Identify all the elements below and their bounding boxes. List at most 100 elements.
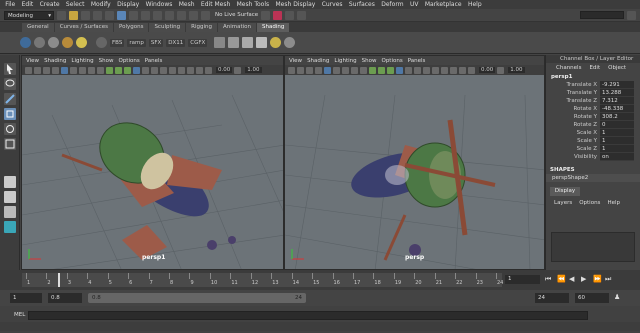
two-pane-layout-icon[interactable] <box>3 206 16 218</box>
shelf-button-ramp[interactable]: ramp <box>127 38 146 47</box>
camera-attr-icon[interactable] <box>34 66 41 74</box>
four-pane-layout-icon[interactable] <box>3 191 16 203</box>
camera-icon[interactable] <box>288 66 295 74</box>
viewport-persp1[interactable]: View Shading Lighting Show Options Panel… <box>21 55 284 270</box>
channels-menu[interactable]: Channels <box>556 65 581 71</box>
mel-input[interactable] <box>28 310 588 320</box>
step-back-icon[interactable]: ⏪ <box>557 275 566 284</box>
viewport-menu-options[interactable]: Options <box>118 58 139 64</box>
menu-marketplace[interactable]: Marketplace <box>422 0 465 9</box>
render-frame-icon[interactable] <box>261 10 271 20</box>
ipr-render-icon[interactable] <box>273 10 283 20</box>
isolate-select-icon[interactable] <box>450 66 457 74</box>
lasso-tool-icon[interactable] <box>3 78 16 90</box>
lights-icon[interactable] <box>405 66 412 74</box>
playback-end-field[interactable]: 24 <box>535 293 569 303</box>
lambert-icon[interactable] <box>48 37 59 48</box>
menu-help[interactable]: Help <box>465 0 485 9</box>
wireframe-icon[interactable] <box>106 66 113 74</box>
xray-icon[interactable] <box>459 66 466 74</box>
paint-select-icon[interactable] <box>3 93 16 105</box>
snap-grid-icon[interactable] <box>153 10 162 20</box>
tab-shading[interactable]: Shading <box>257 22 290 32</box>
textured-icon[interactable] <box>396 66 403 74</box>
rotate-tool-icon[interactable] <box>3 123 16 135</box>
snap-point-icon[interactable] <box>177 10 186 20</box>
playback-start-field[interactable]: 0.8 <box>48 293 82 303</box>
layer-list[interactable] <box>551 232 635 262</box>
attribute-value[interactable]: on <box>600 153 634 161</box>
single-pane-layout-icon[interactable] <box>3 176 16 188</box>
tab-rigging[interactable]: Rigging <box>186 22 217 32</box>
gamma-field[interactable]: 1.00 <box>245 67 262 73</box>
smooth-shade-icon[interactable] <box>378 66 385 74</box>
depth-of-field-icon[interactable] <box>178 66 185 74</box>
menu-deform[interactable]: Deform <box>378 0 407 9</box>
phong-e-icon[interactable] <box>76 37 87 48</box>
object-menu[interactable]: Object <box>608 65 626 71</box>
bake-icon[interactable] <box>284 37 296 48</box>
object-name[interactable]: persp1 <box>546 73 640 81</box>
bookmark-icon[interactable] <box>43 66 50 74</box>
exposure-field[interactable]: 0.00 <box>479 67 496 73</box>
select-tool-icon[interactable] <box>3 63 16 75</box>
select-component-icon[interactable] <box>141 10 150 20</box>
go-to-end-icon[interactable]: ⏭ <box>605 275 611 284</box>
end-frame-field[interactable]: 60 <box>575 293 609 303</box>
select-object-icon[interactable] <box>129 10 138 20</box>
blinn-icon[interactable] <box>34 37 45 48</box>
anti-aliasing-icon[interactable] <box>169 66 176 74</box>
shadows-icon[interactable] <box>414 66 421 74</box>
viewport-menu-shading[interactable]: Shading <box>307 58 329 64</box>
field-chart-icon[interactable] <box>360 66 367 74</box>
move-tool-icon[interactable] <box>3 108 16 120</box>
viewport-menu-view[interactable]: View <box>289 58 302 64</box>
image-plane-icon[interactable] <box>52 66 59 74</box>
range-bar[interactable]: 0.8 24 <box>88 293 306 303</box>
anti-aliasing-icon[interactable] <box>432 66 439 74</box>
menu-surfaces[interactable]: Surfaces <box>346 0 378 9</box>
menu-file[interactable]: File <box>2 0 18 9</box>
dice-icon[interactable] <box>228 37 240 48</box>
step-forward-icon[interactable]: ⏩ <box>593 275 602 284</box>
display-tab[interactable]: Display <box>550 187 580 196</box>
checker-icon[interactable] <box>242 37 254 48</box>
shelf-button-sfx[interactable]: SFX <box>148 38 164 47</box>
search-field[interactable] <box>580 11 624 19</box>
depth-of-field-icon[interactable] <box>441 66 448 74</box>
open-scene-icon[interactable] <box>69 10 78 20</box>
gate-mask-icon[interactable] <box>351 66 358 74</box>
menu-edit[interactable]: Edit <box>18 0 36 9</box>
mel-label[interactable]: MEL <box>0 312 28 318</box>
attribute-value[interactable]: 1 <box>600 145 634 153</box>
playhead[interactable] <box>58 273 60 287</box>
menu-modify[interactable]: Modify <box>88 0 114 9</box>
menu-create[interactable]: Create <box>36 0 62 9</box>
wireframe-icon[interactable] <box>369 66 376 74</box>
snap-curve-icon[interactable] <box>165 10 174 20</box>
attribute-row[interactable]: Translate Z 7.312 <box>546 97 640 105</box>
camera-attr-icon[interactable] <box>297 66 304 74</box>
shadows-icon[interactable] <box>151 66 158 74</box>
attribute-value[interactable]: -48.338 <box>600 105 634 113</box>
attribute-row[interactable]: Rotate Y 308.2 <box>546 113 640 121</box>
ambient-occlusion-icon[interactable] <box>160 66 167 74</box>
hypershade-icon[interactable] <box>297 10 307 20</box>
texture-grid-icon[interactable] <box>256 37 268 48</box>
grid-icon[interactable] <box>324 66 331 74</box>
menu-mesh[interactable]: Mesh <box>176 0 198 9</box>
xray-joints-icon[interactable] <box>468 66 475 74</box>
shelf-button-dx11[interactable]: DX11 <box>166 38 186 47</box>
resolution-gate-icon[interactable] <box>79 66 86 74</box>
attribute-value[interactable]: 1 <box>600 129 634 137</box>
tab-curves-surfaces[interactable]: Curves / Surfaces <box>54 22 113 32</box>
live-surface-label[interactable]: No Live Surface <box>215 12 258 18</box>
viewport-menu-view[interactable]: View <box>26 58 39 64</box>
film-gate-icon[interactable] <box>70 66 77 74</box>
attribute-row[interactable]: Visibility on <box>546 153 640 161</box>
film-gate-icon[interactable] <box>333 66 340 74</box>
shelf-button-cgfx[interactable]: CGFX <box>188 38 208 47</box>
save-scene-icon[interactable] <box>81 10 90 20</box>
tab-general[interactable]: General <box>22 22 54 32</box>
gamma-icon[interactable] <box>234 66 242 74</box>
